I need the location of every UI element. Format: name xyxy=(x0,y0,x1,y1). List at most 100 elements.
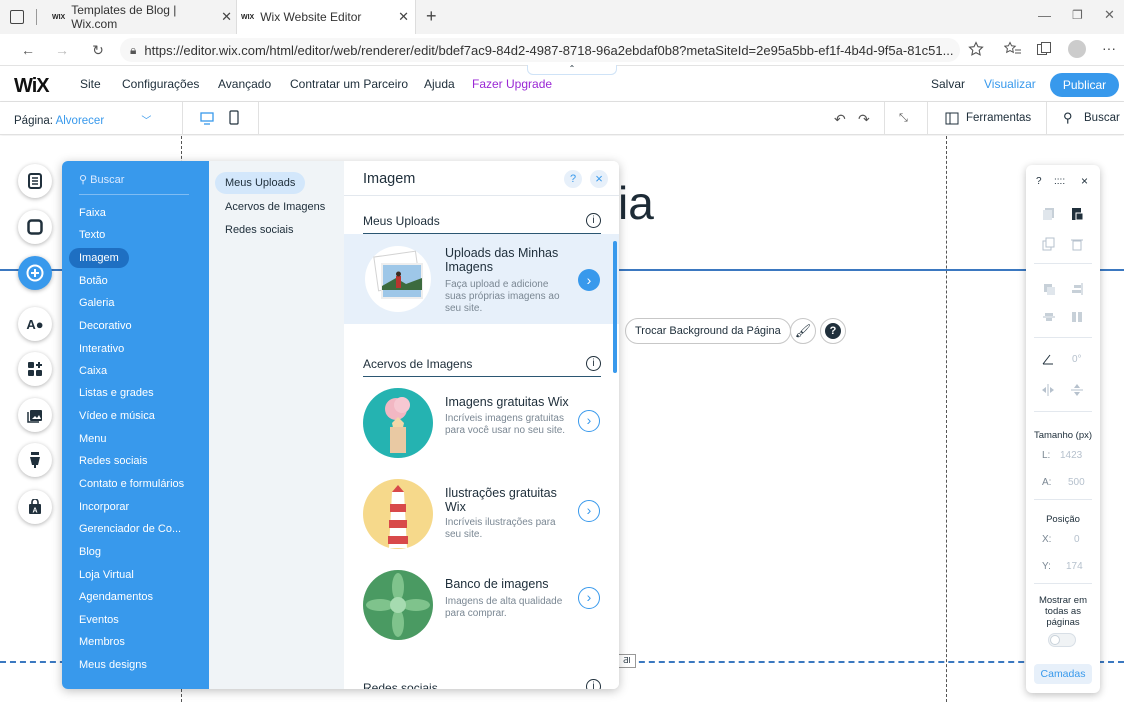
match-size-icon[interactable] xyxy=(1070,310,1084,324)
strip-tag[interactable]: ƋI xyxy=(618,654,636,668)
page-heading[interactable]: ia xyxy=(618,176,654,230)
back-icon[interactable]: ← xyxy=(18,40,38,60)
category-members[interactable]: Membros xyxy=(79,632,125,652)
category-image[interactable]: Imagem xyxy=(69,248,129,268)
category-my-designs[interactable]: Meus designs xyxy=(79,655,147,675)
info-icon[interactable]: i xyxy=(586,679,601,689)
category-button[interactable]: Botão xyxy=(79,271,108,291)
category-blog[interactable]: Blog xyxy=(79,542,101,562)
collapse-bar-icon[interactable]: ⌃ xyxy=(527,65,617,75)
close-icon[interactable]: ✕ xyxy=(221,9,232,25)
category-store[interactable]: Loja Virtual xyxy=(79,565,134,585)
category-text[interactable]: Texto xyxy=(79,225,105,245)
menu-site[interactable]: Site xyxy=(80,67,101,102)
stock-images-card[interactable]: Banco de imagens Imagens de alta qualida… xyxy=(344,565,619,651)
show-on-all-pages-toggle[interactable] xyxy=(1048,633,1076,647)
subcategory-social[interactable]: Redes sociais xyxy=(215,219,303,241)
paste-icon[interactable] xyxy=(1070,207,1084,221)
url-field[interactable]: 🔒︎ https://editor.wix.com/html/editor/we… xyxy=(120,38,960,62)
zoom-out-icon[interactable]: ⤡ xyxy=(899,112,908,125)
add-apps-icon[interactable] xyxy=(18,352,52,386)
flip-vertical-icon[interactable] xyxy=(1070,383,1084,397)
favorites-icon[interactable] xyxy=(1004,41,1022,57)
subcategory-my-uploads[interactable]: Meus Uploads xyxy=(215,172,306,194)
window-close-icon[interactable]: ✕ xyxy=(1104,7,1115,23)
redo-icon[interactable]: ↷ xyxy=(858,111,870,128)
forward-icon[interactable]: → xyxy=(52,40,72,60)
category-decorative[interactable]: Decorativo xyxy=(79,316,132,336)
preview-button[interactable]: Visualizar xyxy=(984,67,1036,102)
category-bookings[interactable]: Agendamentos xyxy=(79,587,153,607)
free-images-card[interactable]: Imagens gratuitas Wix Incríveis imagens … xyxy=(344,383,619,469)
menu-advanced[interactable]: Avançado xyxy=(218,67,271,102)
category-contact-forms[interactable]: Contato e formulários xyxy=(79,474,184,494)
category-content-manager[interactable]: Gerenciador de Co... xyxy=(79,519,181,539)
category-embed[interactable]: Incorporar xyxy=(79,497,129,517)
chevron-right-icon[interactable]: › xyxy=(578,587,600,609)
category-events[interactable]: Eventos xyxy=(79,610,119,630)
background-icon[interactable] xyxy=(18,210,52,244)
new-tab-icon[interactable]: + xyxy=(426,6,437,27)
category-strip[interactable]: Faixa xyxy=(79,203,106,223)
category-interactive[interactable]: Interativo xyxy=(79,339,124,359)
upload-card[interactable]: Uploads das Minhas Imagens Faça upload e… xyxy=(344,234,619,324)
copy-icon[interactable] xyxy=(1042,207,1056,221)
category-box[interactable]: Caixa xyxy=(79,361,107,381)
reload-icon[interactable]: ↻ xyxy=(88,40,108,60)
align-icon[interactable] xyxy=(1070,282,1084,296)
collections-icon[interactable] xyxy=(1036,41,1052,57)
pages-menu-icon[interactable] xyxy=(18,164,52,198)
store-icon[interactable]: A xyxy=(18,490,52,524)
restore-icon[interactable]: ❐ xyxy=(1072,8,1083,22)
media-icon[interactable] xyxy=(18,398,52,432)
theme-manager-icon[interactable]: A● xyxy=(18,307,52,341)
tab-templates[interactable]: WIX Templates de Blog | Wix.com ✕ xyxy=(52,0,232,34)
help-icon[interactable]: ? xyxy=(1036,176,1042,187)
info-icon[interactable]: i xyxy=(586,356,601,371)
category-menu[interactable]: Menu xyxy=(79,429,107,449)
page-selector[interactable]: Página: Alvorecer ﹀ xyxy=(14,112,151,127)
publish-button[interactable]: Publicar xyxy=(1050,73,1119,97)
wix-logo[interactable]: WiX xyxy=(14,75,50,98)
info-icon[interactable]: i xyxy=(586,213,601,228)
distribute-icon[interactable] xyxy=(1042,310,1056,324)
drag-handle-icon[interactable]: :::: xyxy=(1054,176,1065,187)
design-brush-icon[interactable]: 🖌︎ xyxy=(790,318,816,344)
delete-icon[interactable] xyxy=(1070,237,1084,251)
y-value[interactable]: 174 xyxy=(1066,561,1083,572)
minimize-icon[interactable]: — xyxy=(1038,8,1051,23)
profile-avatar[interactable] xyxy=(1068,40,1086,58)
help-icon[interactable]: ? xyxy=(820,318,846,344)
undo-icon[interactable]: ↶ xyxy=(834,111,846,128)
save-button[interactable]: Salvar xyxy=(931,67,965,102)
subcategory-image-collections[interactable]: Acervos de Imagens xyxy=(215,196,335,218)
flip-horizontal-icon[interactable] xyxy=(1041,383,1055,397)
desktop-view-icon[interactable] xyxy=(200,111,214,127)
height-value[interactable]: 500 xyxy=(1068,477,1085,488)
close-icon[interactable]: ✕ xyxy=(398,9,409,25)
more-icon[interactable]: ··· xyxy=(1102,40,1116,56)
category-gallery[interactable]: Galeria xyxy=(79,293,114,313)
tools-button[interactable]: Ferramentas xyxy=(966,112,1031,124)
category-lists-grids[interactable]: Listas e grades xyxy=(79,383,154,403)
favorite-star-icon[interactable] xyxy=(968,41,984,57)
mobile-view-icon[interactable] xyxy=(229,110,239,126)
width-value[interactable]: 1423 xyxy=(1060,450,1082,461)
blog-icon[interactable] xyxy=(18,443,52,477)
close-icon[interactable]: × xyxy=(590,170,608,188)
help-icon[interactable]: ? xyxy=(564,170,582,188)
menu-settings[interactable]: Configurações xyxy=(122,67,199,102)
change-background-button[interactable]: Trocar Background da Página xyxy=(625,318,791,344)
rotation-value[interactable]: 0° xyxy=(1072,354,1082,365)
free-illustrations-card[interactable]: Ilustrações gratuitas Wix Incríveis ilus… xyxy=(344,474,619,560)
arrange-icon[interactable] xyxy=(1042,282,1056,296)
add-elements-icon[interactable] xyxy=(18,256,52,290)
close-icon[interactable]: × xyxy=(1081,174,1088,188)
tab-wix-editor[interactable]: WIX Wix Website Editor ✕ xyxy=(236,0,416,34)
menu-hire-partner[interactable]: Contratar um Parceiro xyxy=(290,67,408,102)
menu-help[interactable]: Ajuda xyxy=(424,67,455,102)
search-button[interactable]: Buscar xyxy=(1084,112,1120,124)
chevron-right-icon[interactable]: › xyxy=(578,269,600,291)
chevron-right-icon[interactable]: › xyxy=(578,410,600,432)
rotate-icon[interactable] xyxy=(1041,352,1055,366)
